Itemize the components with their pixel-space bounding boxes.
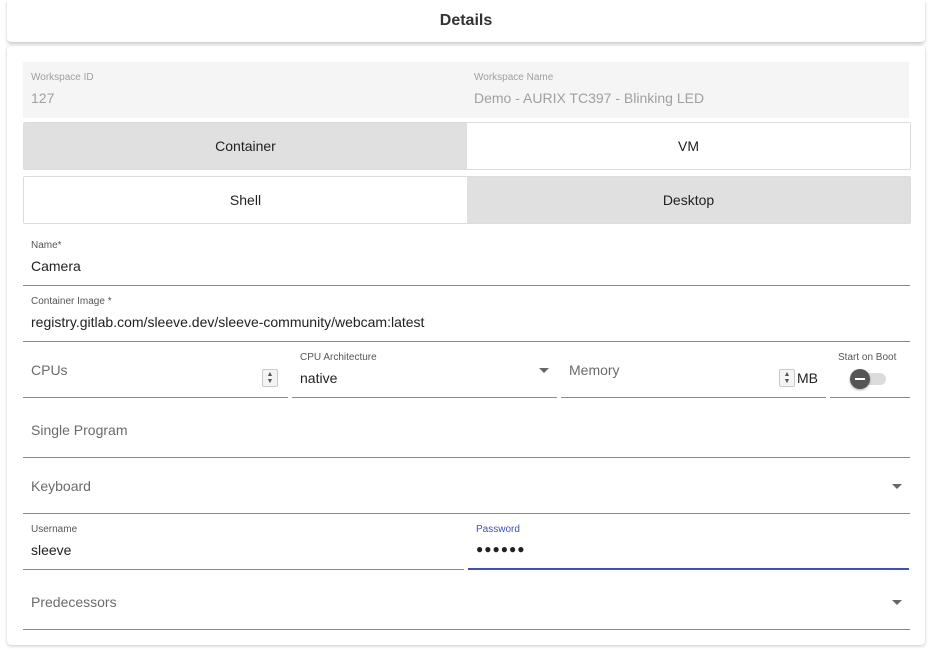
- single-program-placeholder: Single Program: [31, 422, 128, 438]
- password-label: Password: [476, 524, 520, 535]
- memory-placeholder: Memory: [569, 362, 620, 378]
- cpu-architecture-label: CPU Architecture: [300, 352, 377, 363]
- single-program-field[interactable]: Single Program: [23, 408, 910, 458]
- chevron-down-icon[interactable]: [539, 368, 549, 373]
- cpu-architecture-select[interactable]: CPU Architecture native: [292, 348, 557, 398]
- container-image-value: registry.gitlab.com/sleeve.dev/sleeve-co…: [31, 314, 425, 330]
- chevron-down-icon[interactable]: [892, 484, 902, 489]
- name-field[interactable]: Name* Camera: [23, 236, 910, 286]
- memory-field[interactable]: Memory ▲ ▼ MB: [561, 348, 826, 398]
- cpus-spinner-icon[interactable]: ▲ ▼: [262, 369, 278, 387]
- memory-unit: MB: [797, 370, 818, 386]
- cpus-field[interactable]: CPUs ▲ ▼: [23, 348, 288, 398]
- chevron-down-icon[interactable]: [892, 600, 902, 605]
- desktop-button[interactable]: Desktop: [467, 177, 910, 223]
- start-on-boot-field: Start on Boot: [830, 348, 910, 398]
- page-title: Details: [439, 12, 493, 29]
- username-value: sleeve: [31, 542, 72, 558]
- mode-toggle: Shell Desktop: [23, 176, 911, 224]
- container-button[interactable]: Container: [24, 123, 467, 169]
- keyboard-placeholder: Keyboard: [31, 478, 91, 494]
- cpu-architecture-value: native: [300, 370, 338, 386]
- workspace-info: Workspace ID 127 Workspace Name Demo - A…: [23, 62, 909, 118]
- switch-icon[interactable]: [850, 369, 870, 389]
- cpus-placeholder: CPUs: [31, 362, 68, 378]
- name-label: Name*: [31, 240, 62, 251]
- predecessors-placeholder: Predecessors: [31, 594, 117, 610]
- details-header: Details: [7, 0, 925, 42]
- shell-button[interactable]: Shell: [24, 177, 467, 223]
- memory-spinner-icon[interactable]: ▲ ▼: [779, 369, 795, 387]
- container-image-field[interactable]: Container Image * registry.gitlab.com/sl…: [23, 292, 910, 342]
- workspace-name-label: Workspace Name: [474, 72, 554, 83]
- container-image-label: Container Image *: [31, 296, 112, 307]
- start-on-boot-label: Start on Boot: [838, 352, 897, 363]
- predecessors-select[interactable]: Predecessors: [23, 580, 910, 630]
- vm-button[interactable]: VM: [467, 123, 910, 169]
- password-field[interactable]: Password ●●●●●●: [468, 520, 909, 570]
- type-toggle: Container VM: [23, 122, 911, 170]
- username-label: Username: [31, 524, 78, 535]
- workspace-name-value: Demo - AURIX TC397 - Blinking LED: [474, 90, 705, 106]
- workspace-id-value: 127: [31, 90, 55, 106]
- keyboard-select[interactable]: Keyboard: [23, 464, 910, 514]
- name-value: Camera: [31, 258, 81, 274]
- password-value: ●●●●●●: [476, 542, 526, 556]
- workspace-id-label: Workspace ID: [31, 72, 94, 83]
- username-field[interactable]: Username sleeve: [23, 520, 464, 570]
